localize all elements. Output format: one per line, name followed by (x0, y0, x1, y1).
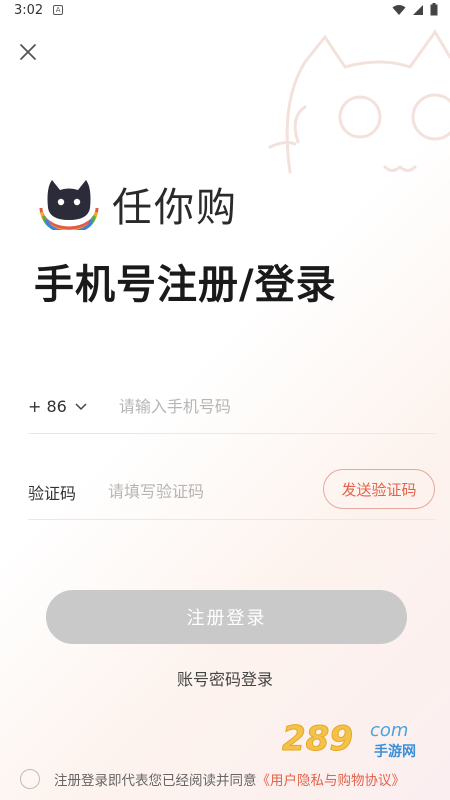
agreement-checkbox[interactable] (20, 769, 40, 789)
watermark-number: 289 (282, 719, 353, 759)
watermark-logo: 289 com 手游网 (282, 719, 416, 761)
country-code-selector[interactable]: + 86 (28, 397, 87, 416)
phone-row: + 86 (28, 380, 435, 434)
status-time: 3:02 (14, 2, 44, 18)
password-login-link[interactable]: 账号密码登录 (0, 666, 450, 690)
close-icon[interactable] (16, 40, 40, 64)
watermark-sub: 手游网 (374, 743, 416, 760)
cat-logo-icon (39, 180, 99, 230)
watermark-suffix: com (370, 720, 408, 741)
chevron-down-icon (75, 402, 87, 410)
app-logo: 任你购 (38, 175, 238, 233)
background-cat-icon (268, 29, 450, 174)
status-bar: 3:02 A (0, 0, 450, 20)
status-icons (392, 3, 438, 16)
notification-badge-icon: A (53, 5, 64, 15)
code-row: 验证码 发送验证码 (28, 464, 435, 520)
phone-input[interactable] (118, 397, 369, 416)
wifi-icon (392, 4, 406, 15)
country-code-label: + 86 (28, 397, 67, 416)
battery-icon (430, 3, 438, 16)
code-label: 验证码 (28, 483, 77, 503)
code-input[interactable] (108, 482, 308, 501)
send-code-button[interactable]: 发送验证码 (323, 469, 435, 509)
page-title: 手机号注册/登录 (34, 262, 337, 308)
agreement-text: 注册登录即代表您已经阅读并同意 (54, 773, 257, 789)
agreement-row: 注册登录即代表您已经阅读并同意 《用户隐私与购物协议》 (20, 769, 450, 789)
register-login-button[interactable]: 注册登录 (46, 590, 407, 644)
agreement-link[interactable]: 《用户隐私与购物协议》 (257, 769, 406, 789)
signal-icon (413, 4, 423, 15)
logo-text: 任你购 (112, 185, 238, 231)
